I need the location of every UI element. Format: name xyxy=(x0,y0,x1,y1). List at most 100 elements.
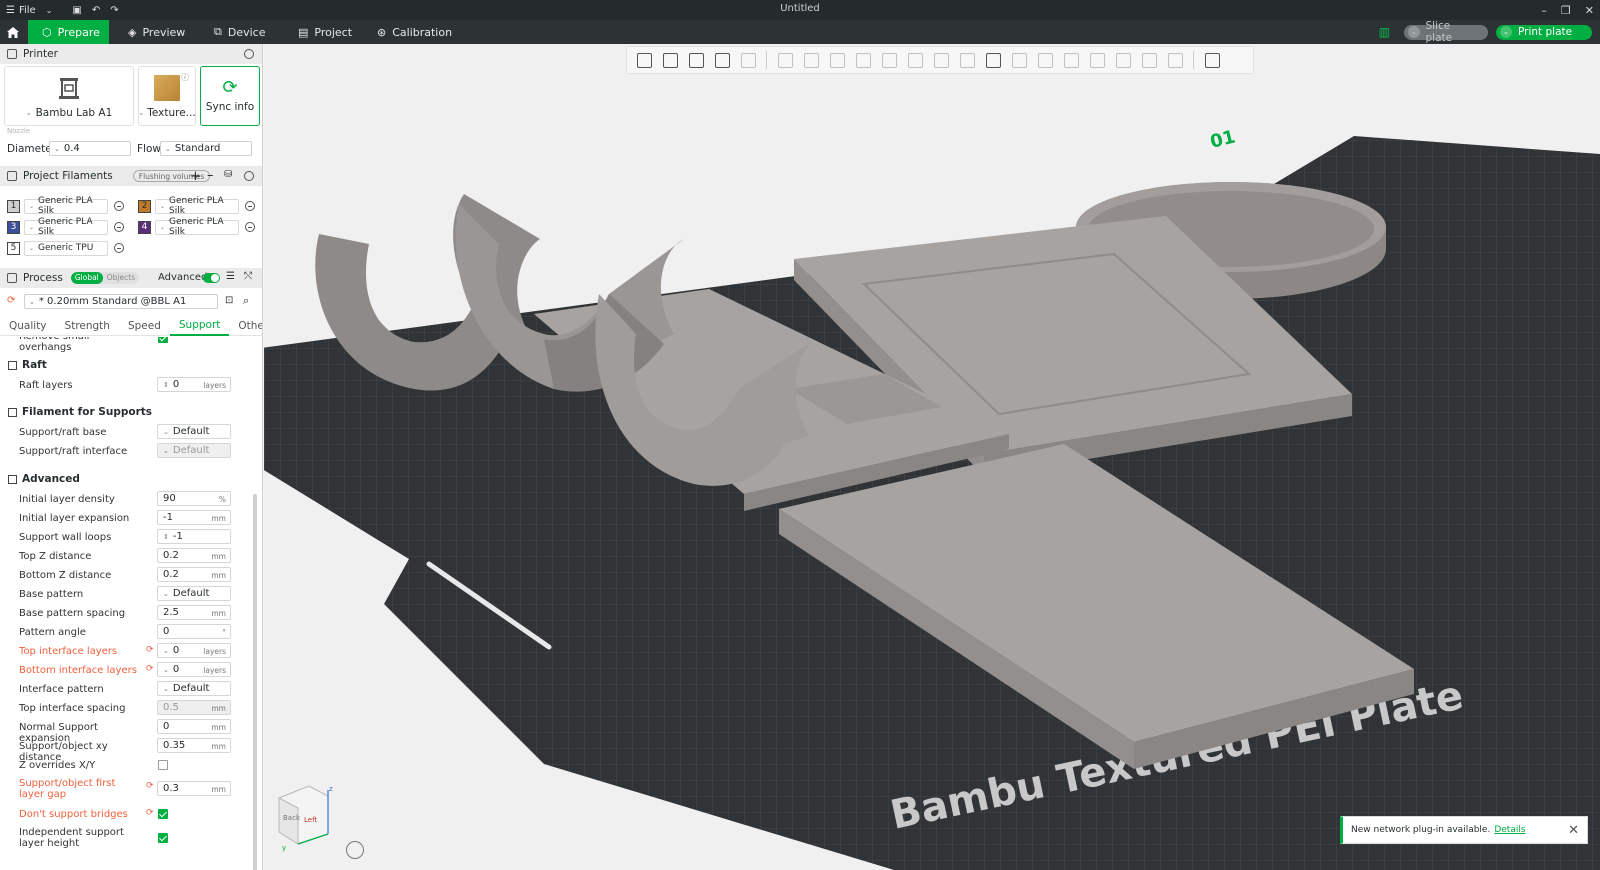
filament-select[interactable]: ⌄ Generic PLA Silk xyxy=(155,196,239,216)
measure-icon[interactable] xyxy=(1008,49,1030,71)
redo-icon[interactable]: ↷ xyxy=(110,5,118,16)
reset-icon[interactable]: ⟳ xyxy=(146,808,154,818)
3d-viewport[interactable]: 01 Bambu Textured PEI Plate xyxy=(264,44,1600,870)
tab-speed[interactable]: Speed xyxy=(119,316,170,336)
remove-circle-icon[interactable] xyxy=(245,201,255,211)
filament-sync-icon[interactable]: ⛁ xyxy=(224,169,232,180)
objects-option[interactable]: Objects xyxy=(103,272,139,284)
emboss-icon[interactable] xyxy=(1138,49,1160,71)
ruler-icon[interactable] xyxy=(1164,49,1186,71)
raft-layers-input[interactable]: ⇕ 0 layers xyxy=(157,377,231,392)
auto-orient-icon[interactable] xyxy=(685,49,707,71)
assembly-view-icon[interactable] xyxy=(1201,49,1223,71)
close-icon[interactable]: ✕ xyxy=(1568,823,1579,838)
filament-color-swatch[interactable]: 5 xyxy=(7,241,20,255)
support-raft-base-select[interactable]: ⌄ Default xyxy=(157,424,231,439)
details-link[interactable]: Details xyxy=(1494,825,1525,835)
gear-icon[interactable] xyxy=(244,171,254,181)
add-filament-icon[interactable]: + xyxy=(190,169,201,184)
support-raft-interface-select[interactable]: ⌄ Default xyxy=(157,443,231,458)
tab-calibration[interactable]: ⊛ Calibration xyxy=(363,20,466,44)
tab-support[interactable]: Support xyxy=(169,316,230,336)
tab-strength[interactable]: Strength xyxy=(56,316,119,336)
process-preset-select[interactable]: ⌄ * 0.20mm Standard @BBL A1 xyxy=(24,294,218,309)
restore-icon[interactable]: ❐ xyxy=(1561,4,1571,17)
normal-support-expansion-input[interactable]: 0 mm xyxy=(157,719,231,734)
remove-circle-icon[interactable] xyxy=(245,222,255,232)
seam-paint-icon[interactable] xyxy=(956,49,978,71)
cut-icon[interactable] xyxy=(878,49,900,71)
sync-info-button[interactable]: ⟳ Sync info xyxy=(200,66,260,126)
chevron-down-icon[interactable]: ⌄ xyxy=(1500,26,1512,38)
simplify-icon[interactable] xyxy=(1034,49,1056,71)
independent-layer-height-checkbox[interactable] xyxy=(158,833,168,843)
save-icon[interactable]: ▣ xyxy=(72,5,81,16)
close-icon[interactable]: ✕ xyxy=(1585,4,1594,17)
info-icon[interactable]: ⓘ xyxy=(181,72,189,83)
filament-select[interactable]: ⌄ Generic PLA Silk xyxy=(155,217,239,237)
remove-circle-icon[interactable] xyxy=(114,243,124,253)
build-plate-scene[interactable]: 01 Bambu Textured PEI Plate xyxy=(264,44,1600,870)
split-icon[interactable] xyxy=(737,49,759,71)
remove-filament-icon[interactable]: – xyxy=(207,168,214,183)
support-options-list[interactable]: Remove small overhangs Raft Raft layers … xyxy=(0,337,262,870)
top-z-distance-input[interactable]: 0.2 mm xyxy=(157,548,231,563)
print-plate-button[interactable]: ⌄ Print plate xyxy=(1496,24,1592,40)
arrange-icon[interactable] xyxy=(711,49,733,71)
list-icon[interactable]: ☰ xyxy=(226,271,235,282)
reset-icon[interactable]: ⟳ xyxy=(146,664,154,674)
text-icon[interactable] xyxy=(982,49,1004,71)
rotate-icon[interactable] xyxy=(800,49,822,71)
remove-circle-icon[interactable] xyxy=(114,222,124,232)
top-interface-layers-input[interactable]: ⌄ 0 layers xyxy=(157,643,231,658)
layout-icon[interactable]: ▥ xyxy=(1379,25,1390,39)
sidebar-scrollbar[interactable] xyxy=(253,494,257,870)
filament-select[interactable]: ⌄ Generic PLA Silk xyxy=(24,196,108,216)
reset-icon[interactable]: ⟳ xyxy=(146,645,154,655)
move-icon[interactable] xyxy=(774,49,796,71)
lay-on-face-icon[interactable] xyxy=(852,49,874,71)
stepper-icon[interactable]: ⇕ xyxy=(163,533,169,541)
advanced-toggle[interactable] xyxy=(203,273,220,283)
pattern-angle-input[interactable]: 0 ° xyxy=(157,624,231,639)
reset-icon[interactable]: ⟳ xyxy=(146,781,154,791)
support-object-xy-distance-input[interactable]: 0.35 mm xyxy=(157,738,231,753)
base-pattern-spacing-input[interactable]: 2.5 mm xyxy=(157,605,231,620)
remove-small-overhangs-checkbox[interactable] xyxy=(158,337,168,343)
tab-others[interactable]: Others xyxy=(229,316,262,336)
first-layer-gap-input[interactable]: 0.3 mm xyxy=(157,781,231,796)
reset-preset-icon[interactable]: ⟳ xyxy=(7,295,15,306)
chevron-down-icon[interactable]: ⌄ xyxy=(1408,26,1420,38)
boolean-icon[interactable] xyxy=(904,49,926,71)
zoom-to-fit-icon[interactable] xyxy=(346,841,364,859)
global-option[interactable]: Global xyxy=(70,272,103,284)
support-wall-loops-input[interactable]: ⇕ -1 xyxy=(157,529,231,544)
tab-preview[interactable]: ◈ Preview xyxy=(114,20,199,44)
minimize-icon[interactable]: – xyxy=(1541,4,1547,17)
filament-color-swatch[interactable]: 4 xyxy=(138,220,151,234)
initial-layer-density-input[interactable]: 90% xyxy=(157,491,231,506)
top-interface-spacing-input[interactable]: 0.5 mm xyxy=(157,700,231,715)
tab-prepare[interactable]: ⬡ Prepare xyxy=(28,20,109,44)
compare-icon[interactable]: ⤲ xyxy=(244,271,252,282)
mesh-boolean-icon[interactable] xyxy=(1060,49,1082,71)
global-objects-toggle[interactable]: Global Objects xyxy=(70,272,140,284)
printer-selector[interactable]: ⌄ Bambu Lab A1 xyxy=(4,66,134,126)
filament-color-swatch[interactable]: 1 xyxy=(7,199,20,213)
add-object-icon[interactable] xyxy=(633,49,655,71)
tab-project[interactable]: ▤ Project xyxy=(284,20,366,44)
scale-icon[interactable] xyxy=(826,49,848,71)
flow-select[interactable]: ⌄ Standard xyxy=(160,141,252,156)
undo-icon[interactable]: ↶ xyxy=(92,5,100,16)
slice-plate-button[interactable]: ⌄ Slice plate xyxy=(1404,20,1488,44)
support-paint-icon[interactable] xyxy=(930,49,952,71)
add-plate-icon[interactable] xyxy=(659,49,681,71)
base-pattern-select[interactable]: ⌄ Default xyxy=(157,586,231,601)
remove-circle-icon[interactable] xyxy=(114,201,124,211)
search-icon[interactable]: ⌕ xyxy=(243,294,249,308)
filament-select[interactable]: ⌄ Generic TPU xyxy=(24,240,108,256)
home-button[interactable] xyxy=(0,20,26,44)
stepper-icon[interactable]: ⇕ xyxy=(163,381,169,389)
variable-layer-icon[interactable] xyxy=(1086,49,1108,71)
plate-selector[interactable]: ⓘ ⌄ Texture... xyxy=(138,66,196,126)
